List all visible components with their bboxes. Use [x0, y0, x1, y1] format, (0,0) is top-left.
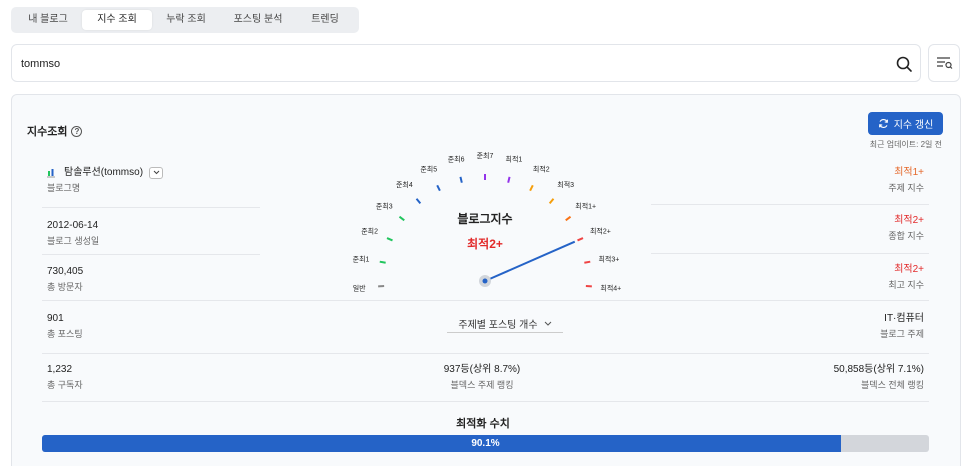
- gauge-level-label: 준최7: [477, 151, 494, 160]
- visitors-label: 총 방문자: [47, 282, 83, 292]
- gauge-level-label: 최적2: [533, 164, 550, 173]
- gauge-tick: [584, 260, 591, 264]
- gauge-title: 블로그지수: [457, 212, 513, 226]
- optimization-title: 최적화 수치: [456, 418, 510, 430]
- subscribers-label: 총 구독자: [47, 380, 83, 390]
- gauge-tick: [436, 184, 441, 192]
- filter-list-icon: [937, 57, 953, 69]
- search-input[interactable]: [21, 55, 861, 73]
- refresh-index-button[interactable]: 지수 갱신: [868, 112, 943, 135]
- gauge-level-label: 준최4: [396, 180, 413, 189]
- overall-index-label: 종합 지수: [888, 231, 924, 241]
- filter-button[interactable]: [928, 44, 960, 82]
- gauge-level-label: 준최3: [376, 201, 393, 210]
- total-rank-row: 50,858등(상위 7.1%) 블덱스 전체 랭킹: [644, 363, 924, 392]
- gauge-tick: [415, 198, 422, 205]
- chevron-down-icon: [153, 170, 159, 175]
- tab-index-lookup[interactable]: 지수 조회: [82, 10, 152, 30]
- total-rank-label: 블덱스 전체 랭킹: [861, 380, 924, 390]
- gauge-tick: [507, 176, 511, 183]
- blog-name-label: 블로그명: [47, 183, 81, 193]
- help-icon[interactable]: ?: [71, 125, 83, 137]
- divider: [42, 401, 929, 402]
- tab-missing-lookup[interactable]: 누락 조회: [152, 10, 220, 30]
- gauge-level-label: 일반: [353, 283, 366, 292]
- gauge-value: 최적2+: [467, 237, 503, 251]
- overall-index-row: 최적2+ 종합 지수: [644, 214, 924, 243]
- divider: [42, 207, 260, 208]
- blog-logo-icon: [47, 168, 58, 178]
- blog-name-row: 탐솔루션(tommso) 블로그명: [47, 166, 259, 195]
- max-index-label: 최고 지수: [888, 280, 924, 290]
- subscribers-row: 1,232 총 구독자: [47, 363, 259, 392]
- gauge-tick: [548, 198, 555, 205]
- divider: [42, 254, 260, 255]
- gauge-level-label: 최적4+: [600, 283, 621, 292]
- last-updated: 최근 업데이트: 2일 전: [869, 140, 942, 149]
- gauge-level-label: 준최2: [361, 226, 378, 235]
- gauge-level-label: 최적1: [506, 154, 523, 163]
- visitors-count: 730,405: [47, 266, 84, 277]
- topic-rank-value: 937등(상위 8.7%): [443, 364, 521, 375]
- gauge-level-label: 최적3: [557, 180, 574, 189]
- tab-my-blog[interactable]: 내 블로그: [14, 10, 82, 30]
- card-title: 지수조회 ?: [27, 123, 83, 139]
- divider: [651, 204, 929, 205]
- posts-row: 901 총 포스팅: [47, 312, 259, 341]
- gauge-level-label: 최적1+: [575, 201, 596, 210]
- created-row: 2012-06-14 블로그 생성일: [47, 219, 259, 248]
- search-box: [11, 44, 921, 82]
- gauge-tick: [565, 215, 572, 222]
- gauge-level-label: 준최5: [420, 164, 437, 173]
- divider: [651, 253, 929, 254]
- created-date: 2012-06-14: [47, 220, 99, 231]
- total-rank-value: 50,858등(상위 7.1%): [833, 364, 924, 375]
- blog-category-label: 블로그 주제: [880, 329, 924, 339]
- subscribers-count: 1,232: [47, 364, 73, 375]
- category-row: IT·컴퓨터 블로그 주제: [644, 312, 924, 341]
- gauge-tick: [386, 237, 393, 242]
- posts-count: 901: [47, 313, 64, 324]
- gauge-tick: [398, 215, 405, 222]
- overall-index-value: 최적2+: [894, 215, 924, 226]
- gauge-tick: [379, 260, 386, 264]
- topic-rank-label: 블덱스 주제 랭킹: [450, 380, 514, 390]
- gauge-tick: [529, 184, 534, 192]
- blog-name: 탐솔루션(tommso): [64, 167, 144, 178]
- topic-posting-count-select[interactable]: 주제별 포스팅 개수: [447, 315, 563, 333]
- chevron-down-icon: [544, 321, 551, 326]
- max-index-row: 최적2+ 최고 지수: [644, 263, 924, 292]
- blog-dropdown-button[interactable]: [149, 166, 164, 179]
- gauge-hub-center: [482, 278, 488, 284]
- tab-posting-analysis[interactable]: 포스팅 분석: [220, 10, 296, 30]
- topic-index-value: 최적1+: [894, 167, 924, 178]
- topic-rank-row: 937등(상위 8.7%) 블덱스 주제 랭킹: [382, 363, 582, 392]
- gauge-tick: [459, 176, 463, 183]
- blog-category-value: IT·컴퓨터: [884, 313, 924, 324]
- gauge-level-label: 최적3+: [598, 254, 619, 263]
- topic-index-row: 최적1+ 주제 지수: [644, 166, 924, 195]
- optimization-progress-label: 90.1%: [471, 438, 500, 449]
- gauge-level-label: 준최1: [353, 254, 370, 263]
- gauge-tick: [577, 237, 584, 242]
- tab-trending[interactable]: 트렌딩: [296, 10, 354, 30]
- gauge-level-label: 최적2+: [590, 226, 611, 235]
- search-icon[interactable]: [894, 54, 914, 74]
- max-index-value: 최적2+: [894, 264, 924, 275]
- gauge-level-label: 준최6: [448, 154, 465, 163]
- tab-bar: 내 블로그 지수 조회 누락 조회 포스팅 분석 트렌딩: [11, 7, 359, 33]
- topic-index-label: 주제 지수: [888, 183, 924, 193]
- visitors-row: 730,405 총 방문자: [47, 265, 259, 294]
- posts-label: 총 포스팅: [47, 329, 83, 339]
- refresh-icon: [878, 119, 888, 128]
- created-label: 블로그 생성일: [47, 236, 100, 246]
- optimization-progress-bar: 90.1%: [42, 435, 929, 452]
- divider: [42, 353, 929, 354]
